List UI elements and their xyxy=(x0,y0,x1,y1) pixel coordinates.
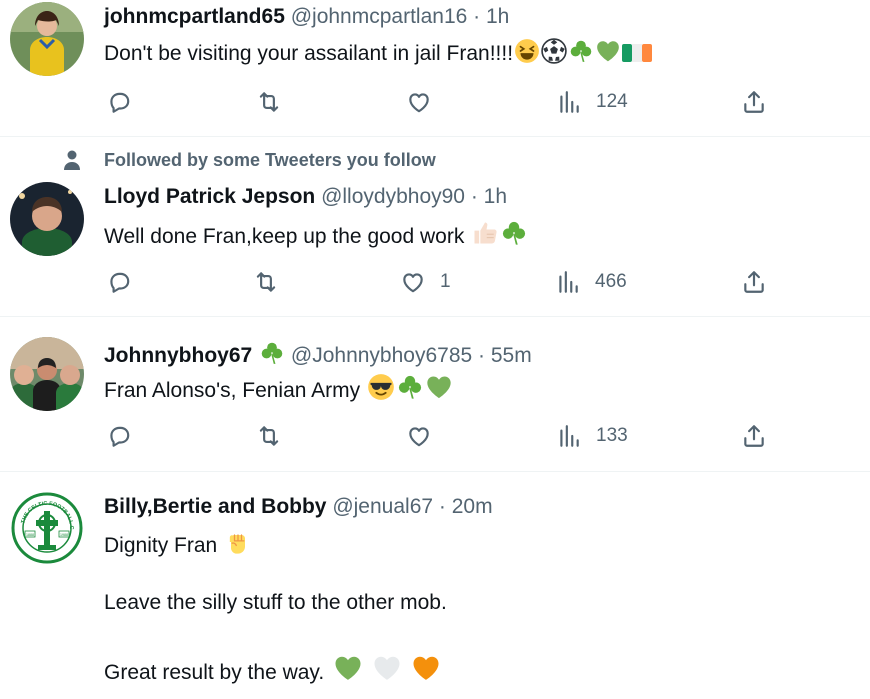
share-icon xyxy=(741,89,767,115)
view-count: 124 xyxy=(596,91,628,112)
timestamp[interactable]: 55m xyxy=(491,344,532,367)
reply-button[interactable] xyxy=(106,267,132,297)
heart-icon xyxy=(406,423,432,449)
ireland-flag-icon xyxy=(622,42,652,64)
avatar[interactable]: THE CELTIC FOOTBALL CLUB 1888 1988 xyxy=(10,491,84,565)
tweet-text: Well done Fran,keep up the good work xyxy=(104,219,528,249)
shamrock-icon xyxy=(500,219,528,247)
like-button[interactable] xyxy=(406,421,446,451)
author-name[interactable]: Lloyd Patrick Jepson xyxy=(104,185,315,208)
views-button[interactable]: 133 xyxy=(556,421,628,451)
retweet-button[interactable] xyxy=(256,421,282,451)
avatar-image xyxy=(10,337,84,411)
tweet-text: Fran Alonso's, Fenian Army xyxy=(104,373,453,403)
shamrock-icon xyxy=(259,340,285,366)
like-button[interactable]: 1 xyxy=(400,267,451,297)
thumbs-up-icon xyxy=(471,219,499,247)
tweet-header: Billy,Bertie and Bobby @jenual67 · 20m xyxy=(104,495,493,519)
smiling-face-with-sunglasses-icon xyxy=(367,373,395,401)
avatar[interactable] xyxy=(10,182,84,256)
svg-text:1888: 1888 xyxy=(26,533,34,537)
tweet[interactable]: THE CELTIC FOOTBALL CLUB 1888 1988 Billy… xyxy=(0,472,870,699)
person-icon xyxy=(64,150,80,170)
share-icon xyxy=(741,269,767,295)
shamrock-icon xyxy=(568,38,594,64)
green-heart-icon xyxy=(595,38,621,64)
views-button[interactable]: 466 xyxy=(555,267,627,297)
tweet-text-line: Great result by the way. xyxy=(104,653,441,685)
tweet-text-content: Dignity Fran xyxy=(104,534,218,557)
author-name[interactable]: Billy,Bertie and Bobby xyxy=(104,495,326,518)
reply-button[interactable] xyxy=(106,421,132,451)
social-context-text[interactable]: Followed by some Tweeters you follow xyxy=(104,150,436,171)
separator-dot: · xyxy=(473,5,481,28)
tweet-text-content: Great result by the way. xyxy=(104,661,325,684)
timestamp[interactable]: 1h xyxy=(486,5,509,28)
avatar[interactable] xyxy=(10,337,84,411)
view-count: 133 xyxy=(596,425,628,446)
share-icon xyxy=(741,423,767,449)
social-context: Followed by some Tweeters you follow xyxy=(62,149,436,171)
avatar-image xyxy=(10,182,84,256)
tweet[interactable]: Johnnybhoy67 @Johnnybhoy6785 · 55m Fran … xyxy=(0,317,870,472)
tweet-header: Lloyd Patrick Jepson @lloydybhoy90 · 1h xyxy=(104,185,507,209)
tweet[interactable]: johnmcpartland65 @johnmcpartlan16 · 1h D… xyxy=(0,0,870,137)
share-button[interactable] xyxy=(741,87,767,117)
timestamp[interactable]: 1h xyxy=(484,185,507,208)
views-button[interactable]: 124 xyxy=(556,87,628,117)
separator-dot: · xyxy=(470,185,478,208)
grinning-squinting-face-icon xyxy=(514,38,540,64)
retweet-icon xyxy=(253,269,279,295)
view-count: 466 xyxy=(595,271,627,292)
orange-heart-icon xyxy=(411,653,441,683)
tweet-text-line: Leave the silly stuff to the other mob. xyxy=(104,591,447,615)
reply-icon xyxy=(106,269,132,295)
tweet-text: Don't be visiting your assailant in jail… xyxy=(104,38,652,66)
green-heart-icon xyxy=(425,373,453,401)
author-handle[interactable]: @johnmcpartlan16 xyxy=(291,5,468,28)
raised-fist-icon xyxy=(224,528,252,556)
tweet-text-content: Leave the silly stuff to the other mob. xyxy=(104,591,447,614)
celtic-crest-logo: THE CELTIC FOOTBALL CLUB 1888 1988 xyxy=(10,491,84,565)
tweet[interactable]: Followed by some Tweeters you follow Llo… xyxy=(0,137,870,317)
author-name[interactable]: Johnnybhoy67 xyxy=(104,344,252,367)
author-handle[interactable]: @Johnnybhoy6785 xyxy=(291,344,472,367)
author-handle[interactable]: @lloydybhoy90 xyxy=(321,185,465,208)
shamrock-icon xyxy=(396,373,424,401)
author-handle[interactable]: @jenual67 xyxy=(332,495,433,518)
tweet-text-content: Fran Alonso's, Fenian Army xyxy=(104,379,361,402)
separator-dot: · xyxy=(438,495,446,518)
heart-icon xyxy=(400,269,426,295)
timestamp[interactable]: 20m xyxy=(452,495,493,518)
views-icon xyxy=(556,89,582,115)
retweet-icon xyxy=(256,89,282,115)
white-heart-icon xyxy=(372,653,402,683)
like-count: 1 xyxy=(440,271,451,292)
reply-icon xyxy=(106,89,132,115)
reply-icon xyxy=(106,423,132,449)
tweet-header: Johnnybhoy67 @Johnnybhoy6785 · 55m xyxy=(104,340,532,368)
tweet-text-line: Dignity Fran xyxy=(104,528,252,558)
tweet-header: johnmcpartland65 @johnmcpartlan16 · 1h xyxy=(104,5,509,29)
green-heart-icon xyxy=(333,653,363,683)
svg-text:1988: 1988 xyxy=(60,533,68,537)
soccer-ball-icon xyxy=(541,38,567,64)
author-name[interactable]: johnmcpartland65 xyxy=(104,5,285,28)
like-button[interactable] xyxy=(406,87,446,117)
tweet-text-content: Well done Fran,keep up the good work xyxy=(104,225,465,248)
views-icon xyxy=(556,423,582,449)
heart-icon xyxy=(406,89,432,115)
views-icon xyxy=(555,269,581,295)
reply-button[interactable] xyxy=(106,87,132,117)
avatar[interactable] xyxy=(10,2,84,76)
share-button[interactable] xyxy=(741,267,767,297)
retweet-button[interactable] xyxy=(253,267,279,297)
tweet-text-content: Don't be visiting your assailant in jail… xyxy=(104,42,514,65)
retweet-button[interactable] xyxy=(256,87,282,117)
avatar-image xyxy=(10,2,84,76)
separator-dot: · xyxy=(478,344,486,367)
share-button[interactable] xyxy=(741,421,767,451)
retweet-icon xyxy=(256,423,282,449)
